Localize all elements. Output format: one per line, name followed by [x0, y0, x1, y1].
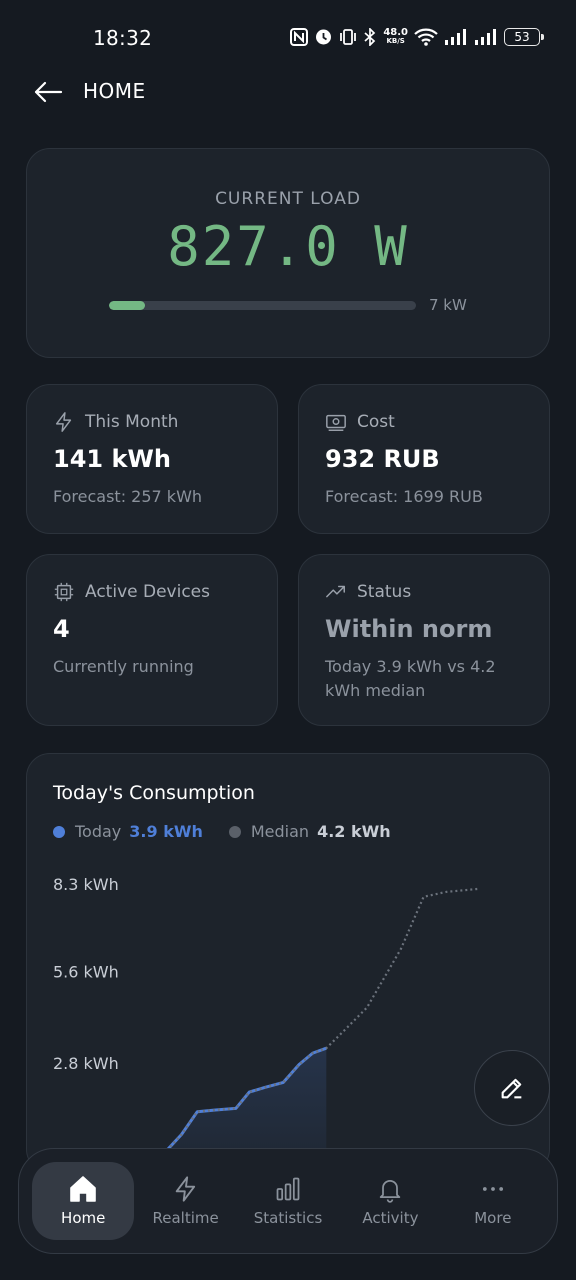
nav-more[interactable]: More: [442, 1162, 544, 1240]
cost-value: 932 RUB: [325, 445, 440, 473]
load-progress-fill: [109, 301, 146, 310]
net-speed-value: 48.0: [383, 26, 408, 38]
bottom-navigation: Home Realtime Statistics Activity More: [18, 1148, 558, 1254]
nav-statistics[interactable]: Statistics: [237, 1162, 339, 1240]
back-button[interactable]: [30, 78, 66, 106]
status-icons: 48.0 KB/S 53: [290, 26, 544, 46]
signal-icon: [474, 28, 498, 46]
nfc-icon: [290, 27, 309, 46]
y-tick-label: 5.6 kWh: [53, 963, 119, 982]
active-devices-card[interactable]: Active Devices 4 Currently running: [26, 554, 278, 726]
bar-chart-icon: [276, 1177, 300, 1201]
current-load-card: CURRENT LOAD 827.0 W 7 kW: [26, 148, 550, 358]
legend-today-dot: [53, 825, 65, 838]
arrow-left-icon: [34, 81, 63, 103]
battery-level: 53: [514, 29, 530, 44]
edit-fab-button[interactable]: [474, 1050, 550, 1126]
status-label: Status: [357, 582, 412, 602]
legend-median-label: Median: [250, 822, 310, 841]
legend-median-value: 4.2 kWh: [317, 822, 391, 841]
this-month-value: 141 kWh: [53, 445, 171, 473]
nav-home[interactable]: Home: [32, 1162, 135, 1240]
status-value: Within norm: [325, 615, 493, 643]
active-devices-header: Active Devices: [53, 581, 210, 603]
this-month-forecast: Forecast: 257 kWh: [53, 487, 203, 506]
status-card[interactable]: Status Within norm Today 3.9 kWh vs 4.2 …: [298, 554, 550, 726]
y-tick-label: 2.8 kWh: [53, 1054, 119, 1073]
legend-median-dot: [228, 825, 241, 838]
bluetooth-icon: [363, 27, 377, 46]
this-month-header: This Month: [53, 411, 178, 433]
consumption-chart: 2.8 kWh 5.6 kWh 8.3 kWh: [53, 875, 481, 1156]
page-title: HOME: [83, 79, 146, 103]
lightning-icon: [55, 412, 72, 432]
active-devices-value: 4: [53, 615, 70, 643]
battery-icon: 53: [504, 27, 544, 46]
money-icon: [326, 414, 346, 431]
nav-more-label: More: [474, 1209, 512, 1227]
vibrate-icon: [339, 28, 357, 46]
active-devices-label: Active Devices: [85, 582, 210, 602]
wifi-icon: [414, 28, 438, 46]
current-load-value: 827.0 W: [167, 215, 409, 278]
consumption-chart-card: 2.8 kWh 5.6 kWh 8.3 kWh Today's Consumptio…: [26, 753, 550, 1173]
status-time: 18:32: [93, 26, 153, 50]
this-month-card[interactable]: This Month 141 kWh Forecast: 257 kWh: [26, 384, 278, 534]
net-speed-unit: KB/S: [386, 36, 405, 45]
nav-home-label: Home: [61, 1209, 106, 1227]
alarm-icon: [314, 27, 333, 46]
status-bar: 18:32 48.0 KB/S 53: [0, 0, 576, 76]
chip-icon: [54, 582, 74, 602]
trending-up-icon: [326, 585, 345, 598]
nav-activity[interactable]: Activity: [339, 1162, 441, 1240]
active-devices-sub: Currently running: [53, 657, 194, 676]
app-header: HOME: [0, 70, 576, 112]
cost-forecast: Forecast: 1699 RUB: [325, 487, 483, 506]
legend-today-label: Today: [75, 822, 122, 841]
load-max-label: 7 kW: [429, 296, 467, 314]
status-sub: Today 3.9 kWh vs 4.2 kWh median: [325, 657, 496, 700]
this-month-label: This Month: [85, 412, 179, 432]
nav-statistics-label: Statistics: [253, 1209, 323, 1227]
current-load-label: CURRENT LOAD: [215, 189, 361, 209]
cost-header: Cost: [325, 411, 395, 433]
net-speed: 48.0 KB/S: [383, 26, 408, 46]
cost-card[interactable]: Cost 932 RUB Forecast: 1699 RUB: [298, 384, 550, 534]
chart-title: Today's Consumption: [53, 782, 255, 804]
nav-realtime-label: Realtime: [152, 1209, 219, 1227]
legend-today-value: 3.9 kWh: [129, 822, 203, 841]
nav-activity-label: Activity: [362, 1209, 419, 1227]
signal-icon: [444, 28, 468, 46]
y-tick-label: 8.3 kWh: [53, 875, 119, 894]
chart-legend: Today 3.9 kWh Median 4.2 kWh: [53, 822, 417, 841]
lightning-icon: [175, 1176, 195, 1202]
load-progress-bar: [109, 301, 416, 310]
status-header: Status: [325, 581, 411, 603]
edit-icon: [501, 1078, 522, 1099]
home-icon: [70, 1176, 97, 1202]
nav-realtime[interactable]: Realtime: [134, 1162, 236, 1240]
cost-label: Cost: [357, 412, 395, 432]
bell-icon: [380, 1179, 401, 1203]
more-dots-icon: [482, 1187, 503, 1191]
